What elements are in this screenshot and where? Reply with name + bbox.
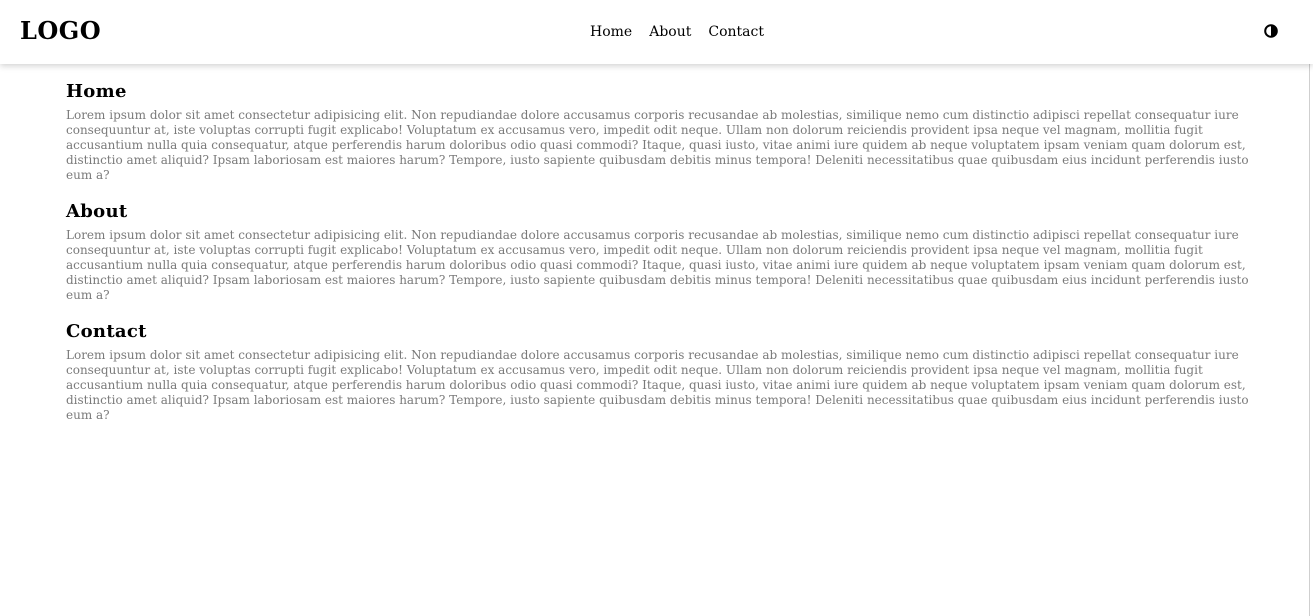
scrollbar-track[interactable] <box>1309 64 1310 616</box>
logo[interactable]: LOGO <box>20 16 101 46</box>
nav-link-about[interactable]: About <box>649 22 691 42</box>
section-text: Lorem ipsum dolor sit amet consectetur a… <box>66 108 1249 182</box>
half-circle-contrast-icon <box>1264 24 1278 38</box>
section-home: Home Lorem ipsum dolor sit amet consecte… <box>66 81 1256 183</box>
nav-link-home[interactable]: Home <box>590 22 632 42</box>
section-contact: Contact Lorem ipsum dolor sit amet conse… <box>66 321 1256 423</box>
section-title: Home <box>66 81 127 102</box>
nav-link-contact[interactable]: Contact <box>708 22 764 42</box>
section-text: Lorem ipsum dolor sit amet consectetur a… <box>66 228 1249 302</box>
site-header: LOGO Home About Contact <box>0 0 1313 64</box>
section-title: Contact <box>66 321 147 342</box>
section-text: Lorem ipsum dolor sit amet consectetur a… <box>66 348 1249 422</box>
theme-toggle-button[interactable] <box>1264 23 1278 38</box>
section-title: About <box>66 201 128 222</box>
main-content: Home Lorem ipsum dolor sit amet consecte… <box>66 64 1256 423</box>
main-nav: Home About Contact <box>590 22 764 42</box>
section-about: About Lorem ipsum dolor sit amet consect… <box>66 201 1256 303</box>
